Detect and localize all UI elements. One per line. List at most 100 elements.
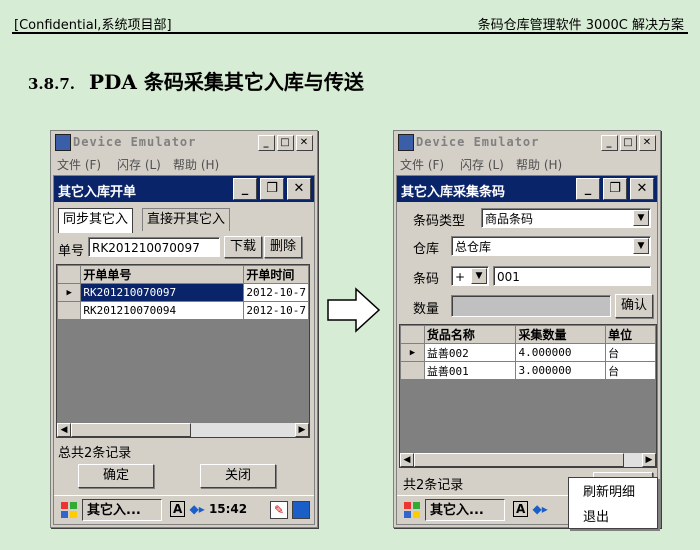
restore-icon[interactable]: ❐ (603, 178, 627, 200)
maximize-icon[interactable]: □ (277, 135, 294, 151)
total-records-text: 共2条记录 (403, 478, 464, 493)
menu-file[interactable]: 文件 (F) (57, 156, 101, 173)
menu-item-exit[interactable]: 退出 (569, 503, 657, 528)
minimize-icon[interactable]: _ (258, 135, 275, 151)
quantity-label: 数量 (413, 302, 440, 317)
close-icon[interactable]: ✕ (639, 135, 656, 151)
emulator-title: Device Emulator (416, 135, 540, 149)
scroll-thumb[interactable] (414, 453, 624, 467)
cell-time[interactable]: 2012-10-7 (243, 301, 309, 320)
minimize-icon[interactable]: _ (576, 178, 600, 200)
close-icon[interactable]: ✕ (630, 178, 654, 200)
start-windows-icon[interactable] (60, 501, 78, 519)
cell-quantity[interactable]: 4.000000 (515, 343, 607, 362)
column-header-unit[interactable]: 单位 (605, 325, 656, 344)
column-header-name[interactable]: 货品名称 (423, 325, 517, 344)
column-header-time[interactable]: 开单时间 (243, 265, 309, 284)
barcode-type-value: 商品条码 (485, 212, 534, 226)
table-row[interactable]: ▶ RK201210070097 2012-10-7 (57, 283, 309, 302)
cell-order[interactable]: RK201210070097 (80, 283, 245, 302)
input-method-indicator[interactable]: A (513, 501, 529, 517)
emulator-titlebar: Device Emulator _ □ ✕ (51, 131, 317, 153)
horizontal-scrollbar[interactable]: ◀ ▶ (400, 452, 656, 467)
scroll-left-icon[interactable]: ◀ (400, 453, 414, 467)
cell-name[interactable]: 益善001 (423, 361, 517, 380)
scroll-right-icon[interactable]: ▶ (642, 453, 656, 467)
taskbar-task-button[interactable]: 其它入... (425, 499, 505, 521)
cell-unit[interactable]: 台 (605, 343, 656, 362)
network-icon[interactable]: ◆▸ (189, 502, 204, 516)
close-icon[interactable]: ✕ (296, 135, 313, 151)
total-records-text: 总共2条记录 (58, 446, 132, 461)
chevron-down-icon[interactable]: ▼ (471, 268, 487, 284)
taskbar: 其它入... A ◆▸ 15:42 ✎ (54, 495, 314, 524)
device-emulator-right: Device Emulator _ □ ✕ 文件 (F) 闪存 (L) 帮助 (H)… (393, 130, 661, 528)
start-windows-icon[interactable] (403, 501, 421, 519)
taskbar-task-button[interactable]: 其它入... (82, 499, 162, 521)
menu-flash[interactable]: 闪存 (L) (117, 156, 161, 173)
system-tray: A ◆▸ (513, 501, 548, 517)
barcode-type-select[interactable]: 商品条码 ▼ (481, 208, 651, 228)
section-title: PDA 条码采集其它入库与传送 (88, 70, 364, 94)
menu-item-refresh-details[interactable]: 刷新明细 (569, 478, 657, 503)
minimize-icon[interactable]: _ (601, 135, 618, 151)
collected-items-grid: 货品名称 采集数量 单位 ▶ 益善002 4.000000 台 益善001 3.… (399, 324, 657, 468)
section-number: 3.8.7. (28, 75, 75, 93)
order-grid: 开单单号 开单时间 ▶ RK201210070097 2012-10-7 RK2… (56, 264, 310, 438)
table-row[interactable]: ▶ 益善002 4.000000 台 (400, 343, 656, 362)
grid-corner (57, 265, 82, 284)
device-screen: 其它入库采集条码 _ ❐ ✕ 条码类型 商品条码 ▼ 仓库 总仓库 ▼ 条码 + ▼… (396, 175, 658, 525)
maximize-icon[interactable]: □ (620, 135, 637, 151)
warehouse-label: 仓库 (413, 242, 440, 257)
barcode-input[interactable]: 001 (493, 266, 651, 286)
app-title: 其它入库开单 (58, 185, 137, 200)
cell-name[interactable]: 益善002 (423, 343, 517, 362)
scroll-thumb[interactable] (71, 423, 191, 437)
input-method-indicator[interactable]: A (170, 501, 186, 517)
row-pointer-icon: ▶ (57, 283, 82, 302)
tab-direct-other-in[interactable]: 直接开其它入 (142, 208, 231, 231)
order-number-input[interactable]: RK201210070097 (88, 237, 220, 257)
table-row[interactable]: RK201210070094 2012-10-7 (57, 301, 309, 320)
menu-file[interactable]: 文件 (F) (400, 156, 444, 173)
scroll-left-icon[interactable]: ◀ (57, 423, 71, 437)
emulator-app-icon (398, 134, 414, 151)
warehouse-select[interactable]: 总仓库 ▼ (451, 236, 651, 256)
emulator-title: Device Emulator (73, 135, 197, 149)
cell-unit[interactable]: 台 (605, 361, 656, 380)
close-button[interactable]: 关闭 (200, 464, 276, 488)
menu-help[interactable]: 帮助 (H) (516, 156, 562, 173)
cell-quantity[interactable]: 3.000000 (515, 361, 607, 380)
restore-icon[interactable]: ❐ (260, 178, 284, 200)
barcode-prefix-value: + (455, 270, 466, 284)
edit-icon[interactable]: ✎ (270, 501, 288, 519)
table-row[interactable]: 益善001 3.000000 台 (400, 361, 656, 380)
close-icon[interactable]: ✕ (287, 178, 311, 200)
confirm-button[interactable]: 确认 (615, 294, 653, 318)
column-header-quantity[interactable]: 采集数量 (515, 325, 607, 344)
column-header-order[interactable]: 开单单号 (80, 265, 245, 284)
windows-switch-icon[interactable] (292, 501, 310, 519)
chevron-down-icon[interactable]: ▼ (633, 210, 649, 226)
download-button[interactable]: 下载 (224, 236, 262, 258)
scroll-right-icon[interactable]: ▶ (295, 423, 309, 437)
menu-flash[interactable]: 闪存 (L) (460, 156, 504, 173)
cell-time[interactable]: 2012-10-7 (243, 283, 309, 302)
device-emulator-left: Device Emulator _ □ ✕ 文件 (F) 闪存 (L) 帮助 (H)… (50, 130, 318, 528)
row-pointer-icon: ▶ (400, 343, 425, 362)
tab-sync-other-in[interactable]: 同步其它入 (58, 208, 134, 233)
minimize-icon[interactable]: _ (233, 178, 257, 200)
emulator-titlebar: Device Emulator _ □ ✕ (394, 131, 660, 153)
barcode-prefix-select[interactable]: + ▼ (451, 266, 489, 286)
chevron-down-icon[interactable]: ▼ (633, 238, 649, 254)
confirm-button[interactable]: 确定 (78, 464, 154, 488)
quantity-input[interactable] (451, 295, 611, 317)
delete-button[interactable]: 删除 (264, 236, 302, 258)
menu-help[interactable]: 帮助 (H) (173, 156, 219, 173)
network-icon[interactable]: ◆▸ (532, 502, 547, 516)
horizontal-scrollbar[interactable]: ◀ ▶ (57, 422, 309, 437)
app-titlebar: 其它入库开单 _ ❐ ✕ (54, 176, 314, 202)
cell-order[interactable]: RK201210070094 (80, 301, 245, 320)
row-header (400, 361, 425, 380)
barcode-label: 条码 (413, 272, 440, 287)
